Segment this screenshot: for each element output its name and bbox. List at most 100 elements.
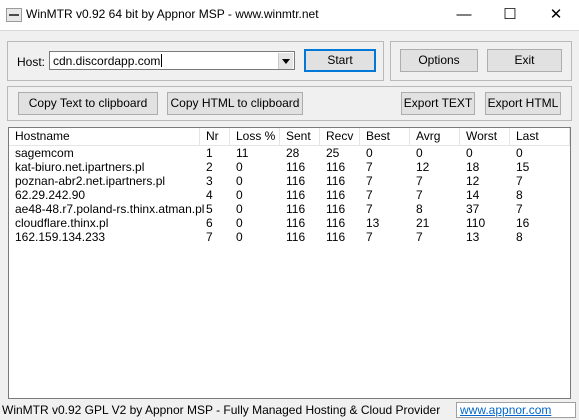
cell-loss: 0 <box>236 174 243 188</box>
cell-sent: 116 <box>286 230 306 244</box>
divider <box>0 30 579 31</box>
column-header-loss[interactable]: Loss % <box>230 128 280 145</box>
cell-best: 7 <box>366 202 373 216</box>
cell-last: 0 <box>516 146 523 160</box>
column-header-best[interactable]: Best <box>360 128 410 145</box>
cell-avrg: 8 <box>416 202 423 216</box>
text-caret <box>161 54 163 67</box>
table-row[interactable]: 62.29.242.90 4 0 116 116 7 7 14 8 <box>9 188 570 202</box>
app-icon <box>6 8 22 22</box>
options-group: Options Exit <box>390 41 572 81</box>
host-input[interactable]: cdn.discordapp.com <box>53 54 160 68</box>
cell-hostname: sagemcom <box>15 146 74 160</box>
column-header-recv[interactable]: Recv <box>320 128 360 145</box>
chevron-down-icon[interactable] <box>278 53 293 69</box>
cell-hostname: cloudflare.thinx.pl <box>15 216 109 230</box>
copy-text-button[interactable]: Copy Text to clipboard <box>18 92 158 115</box>
cell-worst: 110 <box>466 216 486 230</box>
cell-worst: 0 <box>466 146 473 160</box>
cell-best: 7 <box>366 174 373 188</box>
column-header-nr[interactable]: Nr <box>200 128 230 145</box>
cell-hostname: 162.159.134.233 <box>15 230 106 244</box>
cell-avrg: 0 <box>416 146 423 160</box>
cell-worst: 18 <box>466 160 480 174</box>
column-header-last[interactable]: Last <box>510 128 570 145</box>
cell-loss: 0 <box>236 230 243 244</box>
cell-nr: 5 <box>206 202 213 216</box>
cell-last: 8 <box>516 188 523 202</box>
cell-best: 7 <box>366 188 373 202</box>
cell-nr: 2 <box>206 160 213 174</box>
cell-sent: 116 <box>286 160 306 174</box>
cell-nr: 6 <box>206 216 213 230</box>
cell-recv: 116 <box>326 160 346 174</box>
exit-button[interactable]: Exit <box>487 49 562 72</box>
start-button[interactable]: Start <box>304 49 376 72</box>
export-html-button[interactable]: Export HTML <box>485 92 561 115</box>
minimize-icon[interactable]: — <box>441 0 487 30</box>
cell-last: 8 <box>516 230 523 244</box>
cell-loss: 11 <box>236 146 249 160</box>
cell-nr: 1 <box>206 146 213 160</box>
host-label: Host: <box>17 55 46 69</box>
cell-recv: 116 <box>326 174 346 188</box>
cell-hostname: poznan-abr2.net.ipartners.pl <box>15 174 166 188</box>
cell-sent: 116 <box>286 216 306 230</box>
cell-avrg: 12 <box>416 160 430 174</box>
table-row[interactable]: kat-biuro.net.ipartners.pl 2 0 116 116 7 12 18 1… <box>9 160 570 174</box>
cell-recv: 116 <box>326 216 346 230</box>
cell-last: 15 <box>516 160 530 174</box>
host-combobox[interactable]: cdn.discordapp.com <box>49 51 295 70</box>
cell-recv: 116 <box>326 230 346 244</box>
window-title: WinMTR v0.92 64 bit by Appnor MSP - www.… <box>26 7 319 21</box>
copy-html-button[interactable]: Copy HTML to clipboard <box>167 92 303 115</box>
cell-recv: 116 <box>326 202 346 216</box>
cell-sent: 28 <box>286 146 300 160</box>
cell-worst: 12 <box>466 174 480 188</box>
column-header-worst[interactable]: Worst <box>460 128 510 145</box>
cell-loss: 0 <box>236 160 243 174</box>
status-bar: WinMTR v0.92 GPL V2 by Appnor MSP - Full… <box>0 399 579 420</box>
cell-recv: 25 <box>326 146 340 160</box>
cell-hostname: 62.29.242.90 <box>15 188 86 202</box>
cell-avrg: 7 <box>416 188 423 202</box>
cell-best: 0 <box>366 146 373 160</box>
maximize-icon[interactable]: ☐ <box>487 0 533 30</box>
options-button[interactable]: Options <box>400 49 478 72</box>
column-header-sent[interactable]: Sent <box>280 128 320 145</box>
cell-sent: 116 <box>286 202 306 216</box>
title-bar: WinMTR v0.92 64 bit by Appnor MSP - www.… <box>0 0 579 30</box>
cell-best: 7 <box>366 230 373 244</box>
column-header-hostname[interactable]: Hostname <box>9 128 200 145</box>
table-row[interactable]: sagemcom 1 11 28 25 0 0 0 0 <box>9 146 570 160</box>
cell-best: 13 <box>366 216 380 230</box>
appnor-link[interactable]: www.appnor.com <box>456 402 576 418</box>
list-header: Hostname Nr Loss % Sent Recv Best Avrg W… <box>9 128 570 146</box>
cell-recv: 116 <box>326 188 346 202</box>
export-text-button[interactable]: Export TEXT <box>401 92 475 115</box>
cell-loss: 0 <box>236 216 243 230</box>
cell-loss: 0 <box>236 202 243 216</box>
cell-last: 7 <box>516 174 523 188</box>
export-group: Copy Text to clipboard Copy HTML to clip… <box>7 86 572 121</box>
results-list[interactable]: Hostname Nr Loss % Sent Recv Best Avrg W… <box>8 127 571 399</box>
cell-sent: 116 <box>286 174 306 188</box>
close-icon[interactable]: ✕ <box>533 0 579 30</box>
cell-loss: 0 <box>236 188 243 202</box>
cell-last: 7 <box>516 202 523 216</box>
status-text: WinMTR v0.92 GPL V2 by Appnor MSP - Full… <box>2 403 441 417</box>
table-row[interactable]: ae48-48.r7.poland-rs.thinx.atman.pl 5 0 116… <box>9 202 570 216</box>
table-row[interactable]: 162.159.134.233 7 0 116 116 7 7 13 8 <box>9 230 570 244</box>
table-row[interactable]: cloudflare.thinx.pl 6 0 116 116 13 21 110 16 <box>9 216 570 230</box>
cell-hostname: ae48-48.r7.poland-rs.thinx.atman.pl <box>15 202 205 216</box>
host-group: Host: cdn.discordapp.com Start <box>7 41 384 81</box>
cell-avrg: 7 <box>416 230 423 244</box>
cell-hostname: kat-biuro.net.ipartners.pl <box>15 160 145 174</box>
cell-worst: 37 <box>466 202 480 216</box>
cell-sent: 116 <box>286 188 306 202</box>
cell-avrg: 7 <box>416 174 423 188</box>
table-row[interactable]: poznan-abr2.net.ipartners.pl 3 0 116 116 7 7 12… <box>9 174 570 188</box>
column-header-avrg[interactable]: Avrg <box>410 128 460 145</box>
cell-nr: 4 <box>206 188 213 202</box>
cell-last: 16 <box>516 216 530 230</box>
